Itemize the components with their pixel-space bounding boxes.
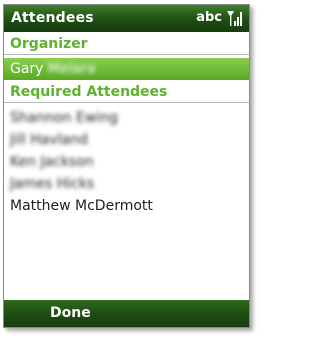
status-area: abc [196,9,244,27]
attendee-row[interactable]: Matthew McDermott [4,195,249,217]
input-mode-indicator: abc [196,10,222,25]
attendee-row[interactable]: Jill Havland [4,129,249,151]
required-attendees-header: Required Attendees [4,81,249,103]
attendee-row[interactable]: James Hicks [4,173,249,195]
softkey-bar: Done [4,300,249,327]
phone-screen: Attendees abc Organizer Gary Melara Requ… [3,4,250,328]
title-bar: Attendees abc [4,5,249,32]
done-softkey[interactable]: Done [50,305,91,321]
organizer-first-name: Gary [10,61,44,77]
organizer-last-name: Melara [47,61,96,77]
organizer-header: Organizer [4,33,249,55]
page-title: Attendees [11,10,94,26]
organizer-row[interactable]: Gary Melara [4,58,249,80]
signal-strength-icon [226,9,244,27]
attendee-row[interactable]: Shannon Ewing [4,107,249,129]
attendee-row[interactable]: Ken Jackson [4,151,249,173]
